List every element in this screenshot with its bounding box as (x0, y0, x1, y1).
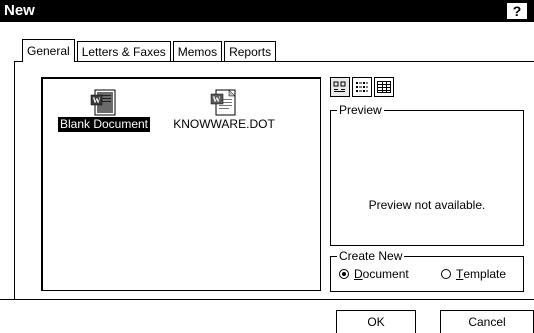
cancel-button[interactable]: Cancel (440, 310, 534, 333)
view-toggle-group (330, 77, 396, 97)
radio-indicator (339, 269, 349, 279)
details-view-button[interactable] (374, 77, 394, 97)
title-bar: New ? (0, 0, 534, 22)
large-icons-view-icon (333, 81, 346, 92)
large-icons-view-button[interactable] (330, 77, 350, 97)
file-label: KNOWWARE.DOT (173, 117, 275, 131)
word-template-icon: W (210, 89, 236, 116)
radio-mnemonic: D (354, 267, 363, 281)
radio-label: emplate (463, 267, 507, 281)
svg-text:W: W (93, 96, 101, 105)
radio-label: ocument (362, 267, 409, 281)
svg-text:W: W (213, 95, 221, 104)
dialog-title: New (4, 2, 35, 19)
create-new-group-label: Create New (337, 249, 405, 263)
details-view-icon (377, 81, 391, 93)
radio-mnemonic: T (456, 267, 464, 281)
template-radio[interactable]: Template (441, 267, 506, 281)
preview-message: Preview not available. (368, 198, 486, 212)
tab-general[interactable]: General (22, 39, 75, 62)
file-item-knowware-dot[interactable]: W KNOWWARE.DOT (169, 89, 279, 132)
preview-group-label: Preview (337, 103, 384, 117)
file-item-blank-document[interactable]: W Blank Document (49, 89, 159, 132)
document-radio[interactable]: Document (339, 267, 409, 281)
radio-indicator (441, 269, 451, 279)
tab-reports[interactable]: Reports (224, 41, 277, 62)
file-label: Blank Document (57, 117, 151, 132)
create-new-group: Create New Document Template (330, 249, 524, 292)
new-document-dialog: New ? General Letters & Faxes Memos Repo… (0, 0, 534, 333)
template-list[interactable]: W Blank Document W KNOWWARE.DOT (41, 77, 321, 291)
word-document-icon: W (90, 89, 116, 116)
help-button[interactable]: ? (506, 2, 528, 20)
ok-button[interactable]: OK (336, 310, 416, 333)
tab-memos[interactable]: Memos (172, 41, 223, 62)
preview-group: Preview Preview not available. (330, 103, 524, 246)
list-view-icon (356, 82, 368, 92)
button-separator (0, 299, 534, 300)
tab-letters-faxes[interactable]: Letters & Faxes (76, 41, 171, 62)
tab-strip: General Letters & Faxes Memos Reports (22, 39, 278, 62)
list-view-button[interactable] (352, 77, 372, 97)
